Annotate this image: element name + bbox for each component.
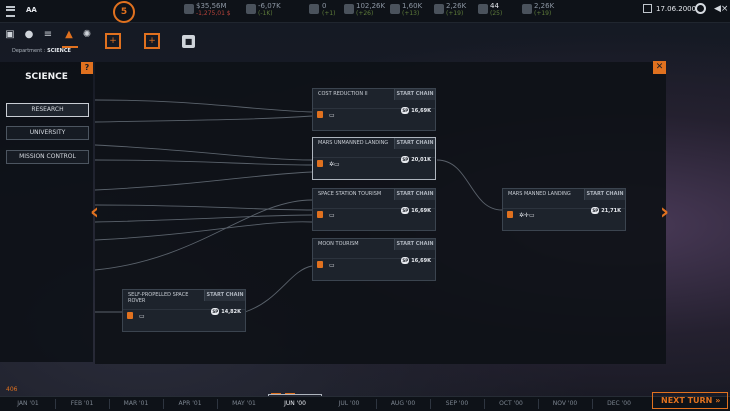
sp-value: 14,82K xyxy=(221,309,241,315)
chat-requirement-icon: ▭ xyxy=(329,212,335,219)
sp-value: 16,69K xyxy=(411,108,431,114)
sp-value: 16,69K xyxy=(411,208,431,214)
start-chain-button[interactable]: START CHAIN xyxy=(584,189,625,200)
node-name: MARS MANNED LANDING xyxy=(508,191,571,197)
research-node-mars-manned-landing[interactable]: MARS MANNED LANDING START CHAIN ✲✛▭ SP 21… xyxy=(502,188,626,231)
start-chain-button[interactable]: START CHAIN xyxy=(394,89,435,100)
node-name: COST REDUCTION II xyxy=(318,91,368,97)
month-feb-01[interactable]: FEB '01 xyxy=(55,400,109,407)
research-node-moon-tourism[interactable]: MOON TOURISM START CHAIN ▭ SP 16,69K xyxy=(312,238,436,281)
timeline-bar: JAN '01 FEB '01 MAR '01 APR '01 MAY '01 … xyxy=(0,396,730,411)
chat-requirement-icon: ▭ xyxy=(329,262,335,269)
month-sep-00[interactable]: SEP '00 xyxy=(430,400,484,407)
month-dec-00[interactable]: DEC '00 xyxy=(592,400,646,407)
scientist-icon xyxy=(317,160,323,167)
next-turn-button[interactable]: NEXT TURN » xyxy=(652,392,728,409)
scientist-icon xyxy=(317,261,323,268)
start-chain-button[interactable]: START CHAIN xyxy=(394,239,435,250)
scientist-icon xyxy=(127,312,133,319)
month-jun-00[interactable]: JUN '00 xyxy=(268,400,322,407)
node-cost: SP 21,71K xyxy=(591,207,621,214)
node-cost: SP 20,01K xyxy=(401,156,431,163)
sp-icon: SP xyxy=(401,257,410,264)
month-mar-01[interactable]: MAR '01 xyxy=(109,400,163,407)
rover-requirement-icon: ✲▭ xyxy=(329,161,340,168)
month-nov-00[interactable]: NOV '00 xyxy=(538,400,592,407)
double-chevron-icon: » xyxy=(715,396,721,405)
node-name: SELF-PROPELLED SPACE ROVER xyxy=(128,292,189,304)
month-aug-00[interactable]: AUG '00 xyxy=(376,400,430,407)
scientist-icon xyxy=(317,111,323,118)
start-chain-button[interactable]: START CHAIN xyxy=(394,138,435,149)
sp-icon: SP xyxy=(401,107,410,114)
node-name: SPACE STATION TOURISM xyxy=(318,191,382,197)
sp-icon: SP xyxy=(211,308,220,315)
sp-value: 21,71K xyxy=(601,208,621,214)
sp-icon: SP xyxy=(401,156,410,163)
next-turn-label: NEXT TURN xyxy=(661,396,713,405)
month-may-01[interactable]: MAY '01 xyxy=(217,400,271,407)
research-node-self-propelled-space-rover[interactable]: SELF-PROPELLED SPACE ROVER START CHAIN ▭… xyxy=(122,289,246,332)
counter-value: 406 xyxy=(6,386,18,393)
research-node-mars-unmanned-landing[interactable]: MARS UNMANNED LANDING START CHAIN ✲▭ SP 2… xyxy=(312,137,436,180)
scientist-icon xyxy=(317,211,323,218)
sp-icon: SP xyxy=(401,207,410,214)
sp-icon: SP xyxy=(591,207,600,214)
month-jan-01[interactable]: JAN '01 xyxy=(1,400,55,407)
scientist-icon xyxy=(507,211,513,218)
node-cost: SP 16,69K xyxy=(401,207,431,214)
research-node-cost-reduction-ii[interactable]: COST REDUCTION II START CHAIN ▭ SP 16,69K xyxy=(312,88,436,131)
sp-value: 16,69K xyxy=(411,258,431,264)
node-name: MOON TOURISM xyxy=(318,241,359,247)
node-name: MARS UNMANNED LANDING xyxy=(318,140,389,146)
chat-requirement-icon: ▭ xyxy=(329,112,335,119)
month-oct-00[interactable]: OCT '00 xyxy=(484,400,538,407)
month-apr-01[interactable]: APR '01 xyxy=(163,400,217,407)
month-jul-00[interactable]: JUL '00 xyxy=(322,400,376,407)
start-chain-button[interactable]: START CHAIN xyxy=(394,189,435,200)
node-cost: SP 14,82K xyxy=(211,308,241,315)
node-cost: SP 16,69K xyxy=(401,257,431,264)
start-chain-button[interactable]: START CHAIN xyxy=(204,290,245,301)
research-node-space-station-tourism[interactable]: SPACE STATION TOURISM START CHAIN ▭ SP 16… xyxy=(312,188,436,231)
multi-requirement-icon: ✲✛▭ xyxy=(519,212,535,219)
sp-value: 20,01K xyxy=(411,157,431,163)
chat-requirement-icon: ▭ xyxy=(139,313,145,320)
node-cost: SP 16,69K xyxy=(401,107,431,114)
